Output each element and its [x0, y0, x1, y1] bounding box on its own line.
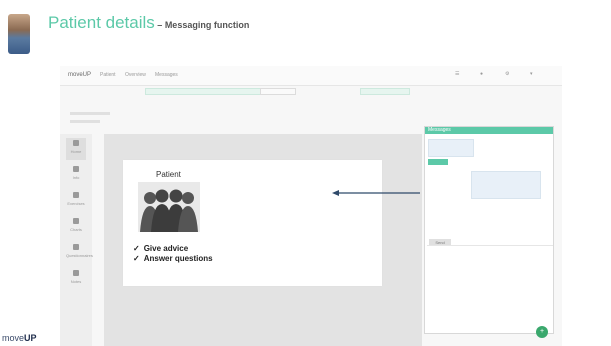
slide-subtitle: Messaging function	[164, 20, 250, 30]
notes-icon	[73, 270, 79, 276]
message-bubble	[428, 139, 474, 157]
brand-logo: moveUP	[2, 333, 37, 343]
message-bubble	[428, 159, 448, 165]
field-2[interactable]	[360, 88, 410, 95]
chart-icon	[73, 218, 79, 224]
app-logo[interactable]: moveUP	[68, 72, 91, 78]
checkmark-icon: ✓	[133, 254, 140, 263]
checklist-item-label: Give advice	[143, 244, 189, 253]
checklist-item: ✓ Give advice	[133, 244, 213, 254]
info-line	[70, 112, 110, 115]
sidebar-item-label: Questionnaires	[66, 253, 93, 258]
sidebar-item-charts[interactable]: Charts	[66, 216, 86, 238]
sidebar-item-label: Exercises	[67, 201, 85, 206]
info-card: Patient ✓ Give advice ✓ Answer questions	[123, 160, 382, 286]
app-topbar: moveUP Patient Overview Messages ☰ ● ⚙ ▾	[60, 66, 562, 86]
sidebar-item-home[interactable]: Home	[66, 138, 86, 160]
slide-title: Patient details – Messaging function	[48, 13, 249, 33]
exercises-icon	[73, 192, 79, 198]
topbar-chevron-down-icon[interactable]: ▾	[530, 71, 533, 77]
brand-prefix: move	[2, 333, 25, 343]
topbar-menu-icon[interactable]: ☰	[455, 71, 459, 77]
topbar-user-icon[interactable]: ●	[480, 71, 483, 77]
chat-panel: Messages Send	[424, 126, 554, 334]
chat-header: Messages	[425, 127, 553, 134]
nav-tab-patient[interactable]: Patient	[100, 72, 116, 78]
topbar-settings-icon[interactable]: ⚙	[505, 71, 509, 77]
nav-tab-overview[interactable]: Overview	[125, 72, 146, 78]
checkmark-icon: ✓	[133, 244, 140, 253]
info-line	[70, 120, 100, 123]
questionnaire-icon	[73, 244, 79, 250]
home-icon	[73, 140, 79, 146]
sidebar-item-label: Info	[72, 175, 80, 180]
patients-group-icon	[138, 182, 200, 232]
presenter-avatar	[8, 14, 30, 54]
fab-add-button[interactable]: +	[536, 326, 548, 338]
sidebar-item-info[interactable]: Info	[66, 164, 86, 186]
message-bubble	[471, 171, 541, 199]
slide-title-main: Patient details	[48, 13, 155, 32]
card-title: Patient	[156, 170, 181, 179]
sidebar-item-questionnaires[interactable]: Questionnaires	[66, 242, 93, 264]
sidebar-item-notes[interactable]: Notes	[66, 268, 86, 290]
brand-suffix: UP	[24, 333, 37, 343]
sidebar-item-label: Notes	[70, 279, 82, 284]
app-sidebar: Home Info Exercises Charts Questionnaire…	[60, 134, 93, 346]
info-icon	[73, 166, 79, 172]
checklist-item-label: Answer questions	[143, 254, 213, 263]
slide-title-separator: –	[154, 20, 165, 30]
chat-input[interactable]	[427, 245, 553, 291]
sidebar-item-label: Charts	[70, 227, 82, 232]
sidebar-item-exercises[interactable]: Exercises	[66, 190, 86, 212]
checklist: ✓ Give advice ✓ Answer questions	[133, 244, 213, 264]
slide: Patient details – Messaging function mov…	[0, 0, 611, 346]
checklist-item: ✓ Answer questions	[133, 254, 213, 264]
nav-tab-messages[interactable]: Messages	[155, 72, 178, 78]
sidebar-item-label: Home	[70, 149, 82, 154]
slide-header: Patient details – Messaging function	[0, 0, 611, 56]
arrow-left-icon	[332, 190, 420, 196]
field-1[interactable]	[260, 88, 296, 95]
